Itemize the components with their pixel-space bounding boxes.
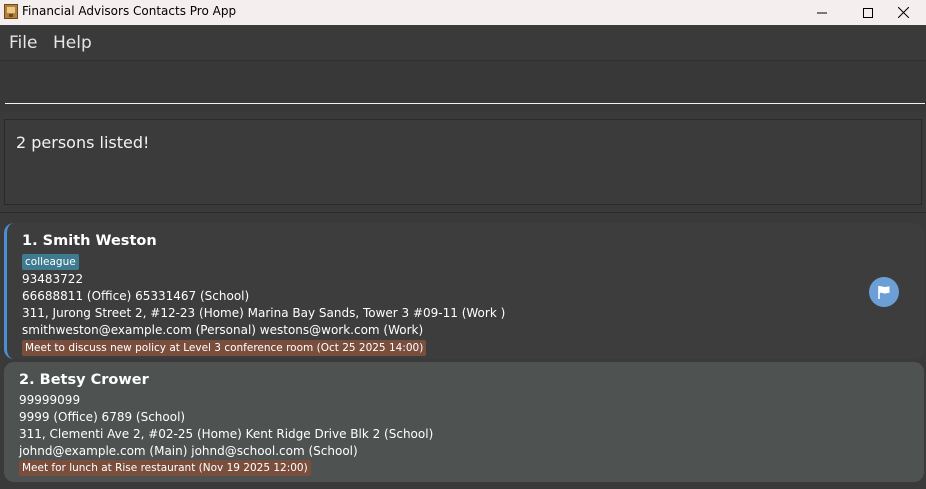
person-list[interactable]: 1. Smith Weston colleague 93483722 66688… bbox=[0, 213, 926, 489]
minimize-button[interactable] bbox=[799, 0, 845, 25]
person-index: 2. bbox=[19, 372, 35, 388]
app-book-icon bbox=[4, 4, 18, 19]
result-message: 2 persons listed! bbox=[16, 133, 150, 152]
person-card[interactable]: 1. Smith Weston colleague 93483722 66688… bbox=[4, 223, 924, 359]
person-name-text: Smith Weston bbox=[42, 233, 157, 249]
phone-text: 93483722 bbox=[22, 272, 84, 286]
phone-text: 99999099 bbox=[19, 393, 81, 407]
person-index: 1. bbox=[22, 233, 38, 249]
email-text: johnd@example.com (Main) johnd@school.co… bbox=[19, 444, 358, 458]
window-title: Financial Advisors Contacts Pro App bbox=[22, 4, 237, 18]
menu-file[interactable]: File bbox=[9, 33, 37, 53]
title-bar: Financial Advisors Contacts Pro App bbox=[0, 0, 926, 25]
close-button[interactable] bbox=[880, 0, 926, 25]
close-icon bbox=[897, 7, 909, 18]
person-card[interactable]: 2. Betsy Crower 99999099 9999 (Office) 6… bbox=[4, 362, 924, 482]
appointment-label: Meet to discuss new policy at Level 3 co… bbox=[22, 340, 427, 356]
command-box bbox=[0, 61, 926, 112]
flag-button[interactable] bbox=[869, 277, 899, 307]
person-name: 1. Smith Weston bbox=[22, 232, 157, 250]
tag-label: colleague bbox=[22, 254, 79, 270]
email-text: smithweston@example.com (Personal) westo… bbox=[22, 323, 424, 337]
minimize-icon bbox=[817, 12, 827, 13]
other-phones-text: 9999 (Office) 6789 (School) bbox=[19, 410, 186, 424]
menu-bar: File Help bbox=[0, 25, 926, 61]
address-text: 311, Clementi Ave 2, #02-25 (Home) Kent … bbox=[19, 427, 434, 441]
flag-icon bbox=[878, 286, 890, 299]
person-name: 2. Betsy Crower bbox=[19, 371, 149, 389]
appointment-label: Meet for lunch at Rise restaurant (Nov 1… bbox=[19, 460, 311, 476]
menu-help[interactable]: Help bbox=[53, 33, 92, 53]
address-text: 311, Jurong Street 2, #12-23 (Home) Mari… bbox=[22, 306, 506, 320]
other-phones-text: 66688811 (Office) 65331467 (School) bbox=[22, 289, 250, 303]
result-display[interactable]: 2 persons listed! bbox=[4, 119, 922, 205]
person-name-text: Betsy Crower bbox=[39, 372, 149, 388]
command-input[interactable] bbox=[5, 65, 925, 104]
result-display-area: 2 persons listed! bbox=[0, 112, 926, 213]
maximize-icon bbox=[863, 7, 873, 18]
